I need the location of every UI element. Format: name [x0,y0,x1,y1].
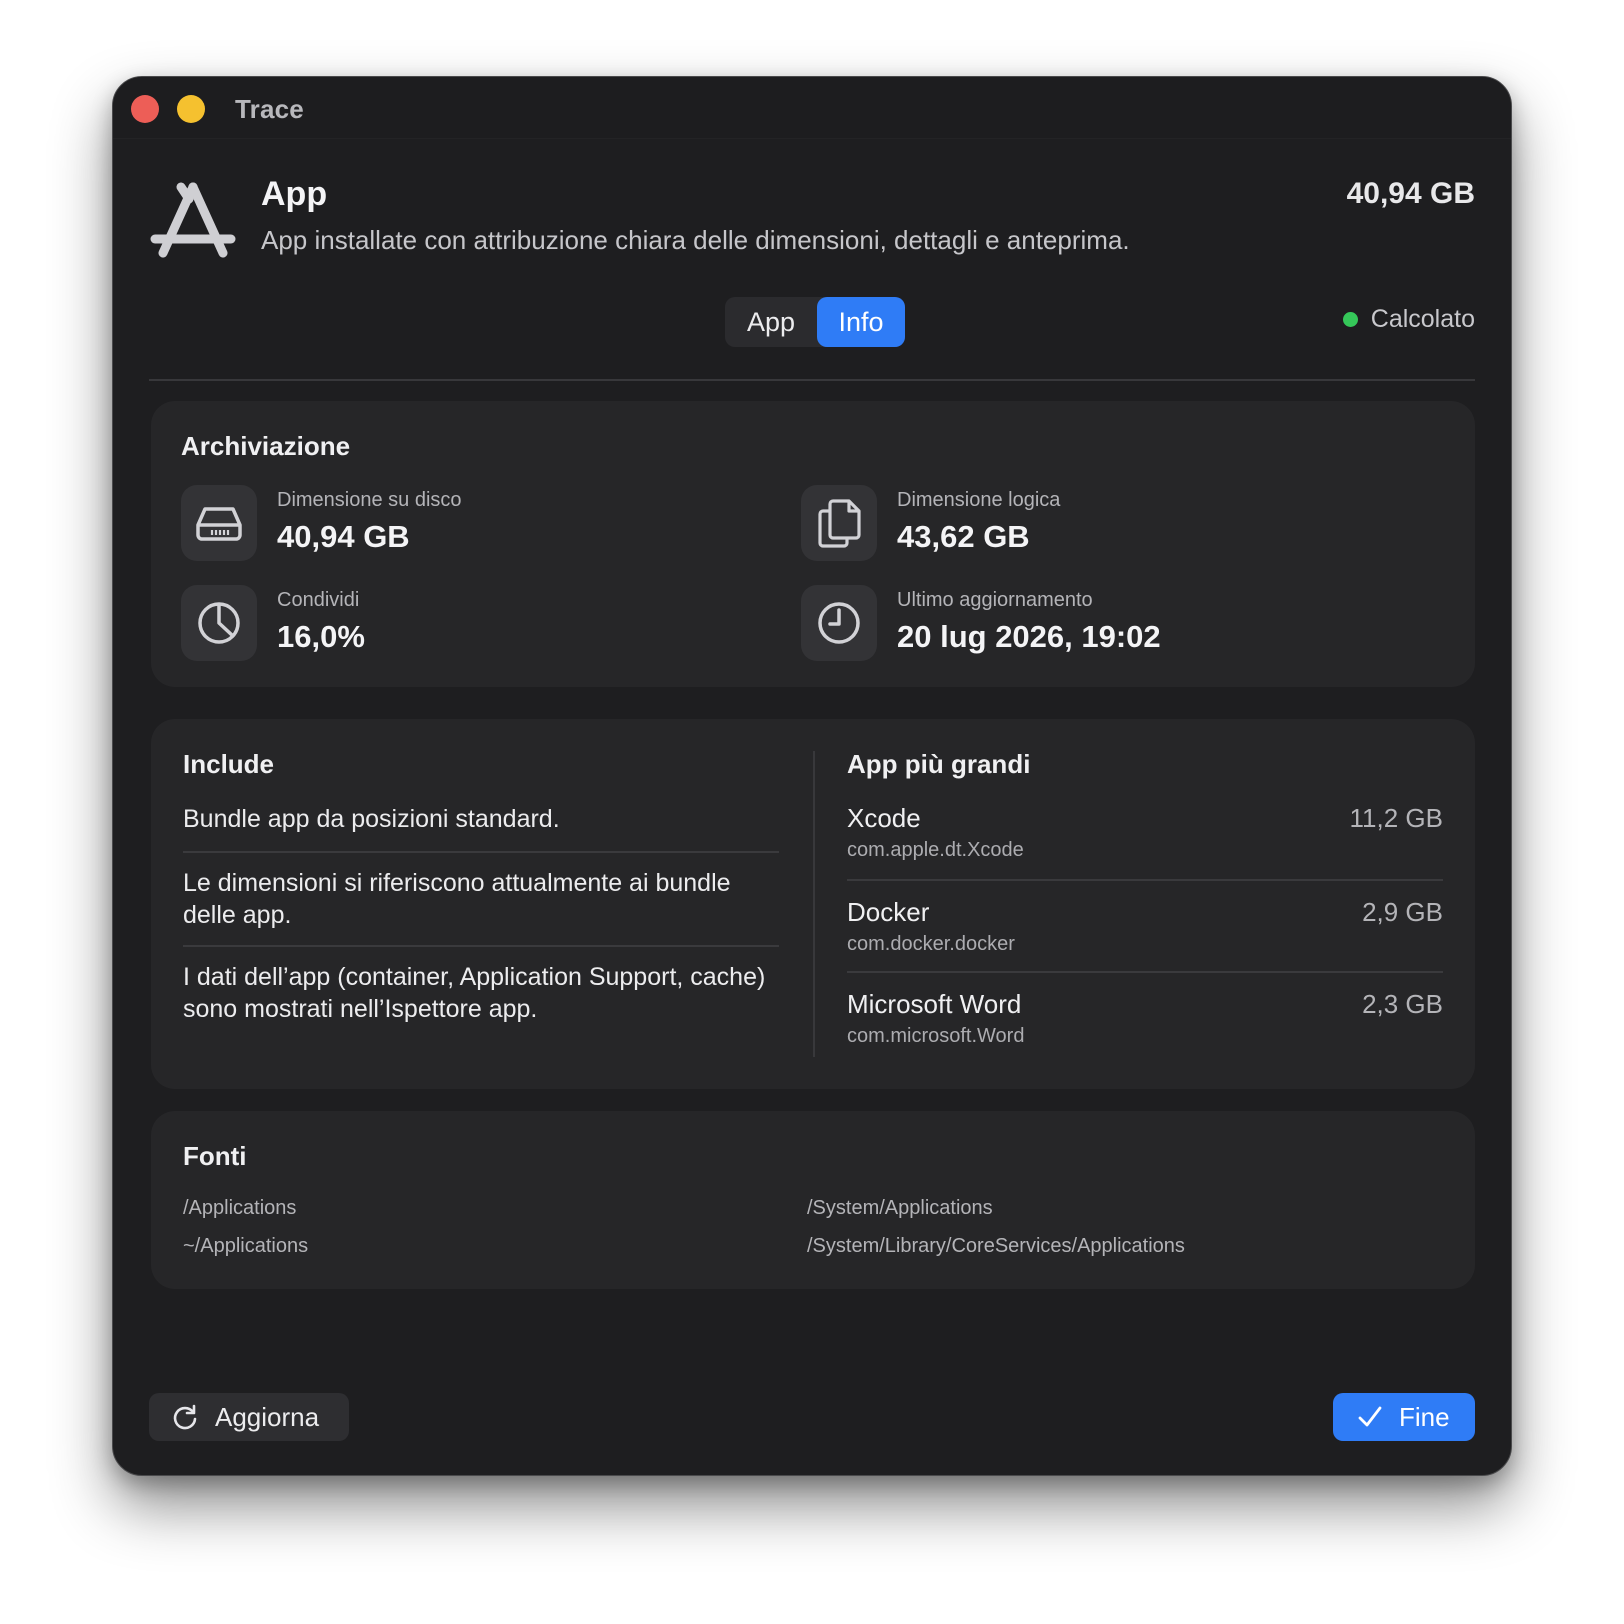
documents-icon [801,485,877,561]
disk-size-label: Dimensione su disco [277,489,462,511]
done-label: Fine [1399,1401,1450,1432]
largest-app-name: Docker [847,897,930,927]
tab-app[interactable]: App [725,297,817,347]
last-update-label: Ultimo aggiornamento [897,589,1093,611]
share-value: 16,0% [277,619,365,654]
largest-app-size: 2,3 GB [1362,989,1443,1019]
largest-app-name: Xcode [847,803,921,833]
logical-size-label: Dimensione logica [897,489,1061,511]
include-divider [183,945,779,947]
status-indicator: Calcolato [1342,305,1475,334]
page-subtitle: App installate con attribuzione chiara d… [261,225,1130,255]
sources-title: Fonti [183,1141,247,1171]
last-update-value: 20 lug 2026, 19:02 [897,619,1161,654]
share-label: Condividi [277,589,360,611]
view-switcher: App Info [725,297,905,347]
source-path: /System/Library/CoreServices/Application… [807,1235,1185,1257]
sources-card: Fonti /Applications /System/Applications… [151,1111,1475,1289]
largest-app-bundle-id: com.apple.dt.Xcode [847,839,1024,861]
logical-size-value: 43,62 GB [897,519,1030,554]
close-button[interactable] [131,95,159,123]
refresh-label: Aggiorna [215,1401,320,1432]
largest-app-size: 11,2 GB [1349,803,1443,833]
checkmark-icon [1358,1406,1382,1427]
window: Trace App App installate con attribuzion… [112,76,1512,1476]
status-dot-icon [1342,312,1358,327]
clock-icon [801,585,877,661]
source-path: /System/Applications [807,1197,993,1219]
done-button[interactable]: Fine [1333,1393,1475,1441]
largest-app-name: Microsoft Word [847,989,1022,1019]
refresh-icon [173,1404,197,1430]
largest-app-divider [847,879,1443,881]
header-divider [149,379,1475,381]
title-bar: Trace [113,77,1511,139]
include-divider [183,851,779,853]
storage-title: Archiviazione [181,431,351,461]
source-path: ~/Applications [183,1235,309,1257]
drive-icon [181,485,257,561]
window-title: Trace [235,94,304,124]
minimize-button[interactable] [177,95,205,123]
total-size: 40,94 GB [1346,177,1475,210]
tab-info[interactable]: Info [817,297,905,347]
disk-size-value: 40,94 GB [277,519,410,554]
include-title: Include [183,749,275,779]
status-label: Calcolato [1370,305,1475,333]
pie-chart-icon [181,585,257,661]
largest-app-size: 2,9 GB [1362,897,1443,927]
include-item: I dati dell’app (container, Application … [183,963,766,1023]
include-item: Le dimensioni si riferiscono attualmente… [183,869,731,929]
source-path: /Applications [183,1197,297,1219]
details-card: Include Bundle app da posizioni standard… [151,719,1475,1089]
largest-app-bundle-id: com.microsoft.Word [847,1025,1025,1047]
storage-card: Archiviazione Dimensione su disco 40,94 … [151,401,1475,687]
largest-apps-title: App più grandi [847,749,1031,779]
largest-app-divider [847,971,1443,973]
app-store-icon [149,181,237,265]
include-item: Bundle app da posizioni standard. [183,805,560,833]
column-divider [813,751,815,1057]
refresh-button[interactable]: Aggiorna [149,1393,349,1441]
page-title: App [261,175,328,213]
largest-app-bundle-id: com.docker.docker [847,933,1015,955]
